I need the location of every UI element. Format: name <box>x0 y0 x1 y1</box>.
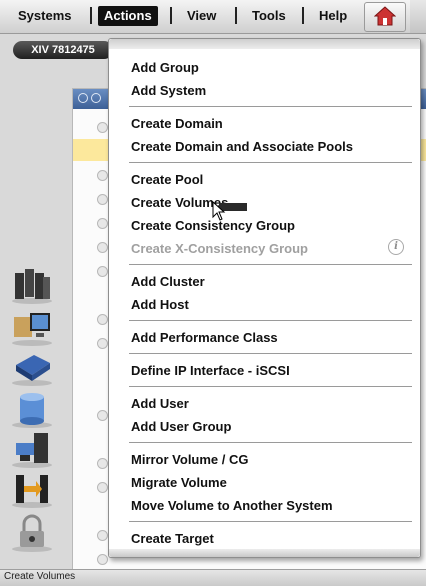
row-expand-icon[interactable] <box>97 554 108 565</box>
row-expand-icon[interactable] <box>97 170 108 181</box>
menu-item-create-x-consistency-group: Create X-Consistency Group <box>131 241 308 256</box>
lock-icon[interactable] <box>10 513 54 553</box>
info-icon[interactable]: i <box>388 239 404 255</box>
menu-separator <box>129 264 412 265</box>
migration-icon[interactable] <box>10 469 54 509</box>
menu-item-migrate-volume[interactable]: Migrate Volume <box>131 474 227 492</box>
system-selector[interactable]: XIV 7812475 <box>13 41 113 59</box>
menu-separator <box>129 442 412 443</box>
menu-separator <box>129 106 412 107</box>
menu-tools[interactable]: Tools <box>246 6 292 26</box>
mouse-cursor-icon <box>212 201 226 221</box>
menu-bottom-edge <box>109 549 420 557</box>
menu-item-add-user[interactable]: Add User <box>131 395 189 413</box>
row-expand-icon[interactable] <box>97 530 108 541</box>
menubar: Systems Actions View Tools Help <box>0 0 426 34</box>
row-expand-icon[interactable] <box>97 458 108 469</box>
hosts-icon[interactable] <box>10 429 54 469</box>
header-dot-icon <box>78 93 88 103</box>
status-text: Create Volumes <box>4 571 76 582</box>
menu-separator <box>129 521 412 522</box>
menu-item-add-performance-class[interactable]: Add Performance Class <box>131 329 278 347</box>
systems-icon[interactable] <box>10 265 54 305</box>
menu-help[interactable]: Help <box>313 6 353 26</box>
volumes-icon[interactable] <box>10 389 54 429</box>
row-expand-icon[interactable] <box>97 218 108 229</box>
header-dot-icon <box>91 93 101 103</box>
monitor-icon[interactable] <box>10 307 54 347</box>
home-button[interactable] <box>364 2 406 32</box>
menu-actions[interactable]: Actions <box>98 6 158 26</box>
menu-item-add-group[interactable]: Add Group <box>131 59 199 77</box>
status-bar: Create Volumes <box>0 569 426 586</box>
menu-item-add-user-group[interactable]: Add User Group <box>131 418 231 436</box>
menu-item-add-cluster[interactable]: Add Cluster <box>131 273 205 291</box>
menu-item-create-target[interactable]: Create Target <box>131 530 214 548</box>
menu-item-create-pool[interactable]: Create Pool <box>131 171 203 189</box>
actions-dropdown-menu: Add Group Add System Create Domain Creat… <box>108 38 421 558</box>
menu-separator <box>90 7 92 24</box>
row-expand-icon[interactable] <box>97 482 108 493</box>
menu-separator <box>129 320 412 321</box>
menu-top-edge <box>109 39 420 49</box>
menu-item-add-host[interactable]: Add Host <box>131 296 189 314</box>
menu-separator <box>170 7 172 24</box>
menu-item-add-system[interactable]: Add System <box>131 82 206 100</box>
row-expand-icon[interactable] <box>97 314 108 325</box>
menu-separator <box>129 386 412 387</box>
menu-separator <box>302 7 304 24</box>
row-expand-icon[interactable] <box>97 242 108 253</box>
menubar-edge <box>410 0 426 33</box>
menu-separator <box>129 353 412 354</box>
menu-item-create-domain[interactable]: Create Domain <box>131 115 223 133</box>
home-icon <box>374 6 396 26</box>
menu-view[interactable]: View <box>181 6 222 26</box>
menu-separator <box>129 162 412 163</box>
menu-item-mirror-volume-cg[interactable]: Mirror Volume / CG <box>131 451 249 469</box>
row-expand-icon[interactable] <box>97 194 108 205</box>
pools-icon[interactable] <box>10 347 54 387</box>
row-expand-icon[interactable] <box>97 122 108 133</box>
menu-systems[interactable]: Systems <box>12 6 77 26</box>
menu-item-define-ip-interface-iscsi[interactable]: Define IP Interface - iSCSI <box>131 362 290 380</box>
row-expand-icon[interactable] <box>97 410 108 421</box>
menu-separator <box>235 7 237 24</box>
side-navigation <box>0 255 65 575</box>
menu-item-create-domain-associate-pools[interactable]: Create Domain and Associate Pools <box>131 138 353 156</box>
row-expand-icon[interactable] <box>97 338 108 349</box>
menu-item-move-volume-to-another-system[interactable]: Move Volume to Another System <box>131 497 333 515</box>
row-expand-icon[interactable] <box>97 266 108 277</box>
